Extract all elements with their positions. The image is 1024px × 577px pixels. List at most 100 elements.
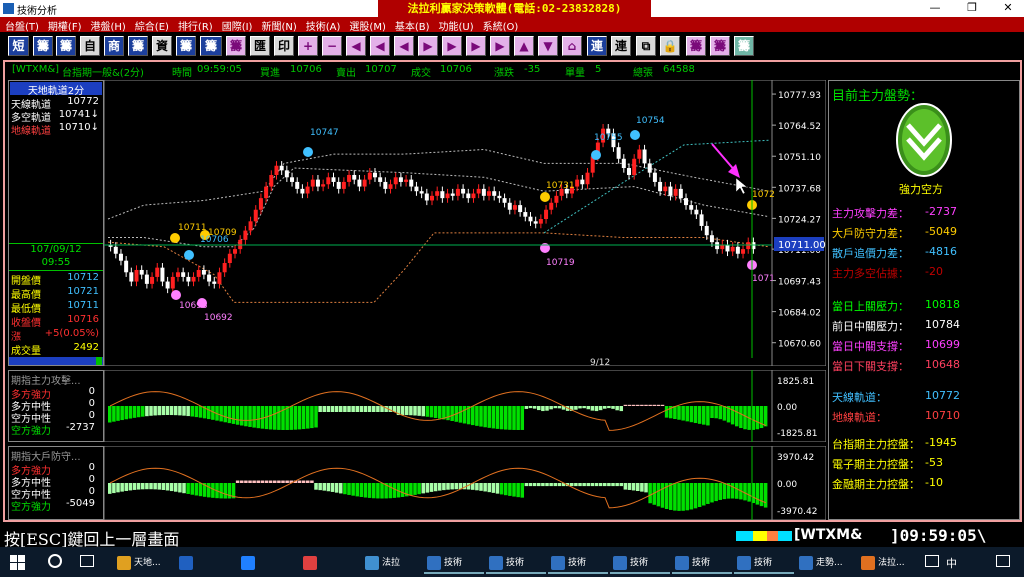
- price-chart[interactable]: 1074710711 107091070610693106921071910731…: [104, 80, 826, 366]
- ime-indicator[interactable]: 中: [946, 555, 957, 571]
- candle-body: [409, 179, 414, 187]
- toolbar-button-22[interactable]: ▼: [538, 36, 558, 56]
- menu-item-3[interactable]: 綜合(E): [130, 17, 173, 33]
- network-icon[interactable]: [925, 555, 939, 567]
- osc-bar: [508, 406, 512, 430]
- menu-item-4[interactable]: 排行(R): [173, 17, 217, 33]
- taskbar-app-8[interactable]: 技術: [610, 552, 670, 574]
- taskbar-app-10[interactable]: 技術: [734, 552, 794, 574]
- taskbar-app-0[interactable]: 天地...: [114, 552, 174, 574]
- toolbar-button-17[interactable]: ▶: [418, 36, 438, 56]
- osc-bar: [528, 406, 533, 409]
- start-icon[interactable]: [10, 555, 26, 571]
- toolbar-button-23[interactable]: ⌂: [562, 36, 582, 56]
- osc-bar: [631, 404, 636, 406]
- signal-dot[interactable]: [184, 250, 194, 260]
- taskbar-app-7[interactable]: 技術: [548, 552, 608, 574]
- osc-bar: [689, 406, 694, 423]
- taskbar-app-4[interactable]: 法拉: [362, 552, 422, 574]
- signal-dot[interactable]: [197, 298, 207, 308]
- toolbar-button-14[interactable]: ◀: [346, 36, 366, 56]
- candle-body: [357, 179, 362, 187]
- osc-bar: [578, 483, 582, 487]
- signal-dot[interactable]: [303, 147, 313, 157]
- toolbar-button-24[interactable]: 連: [587, 36, 607, 56]
- minimize-button[interactable]: —: [920, 1, 950, 16]
- osc-bar: [334, 483, 339, 493]
- osc-bar: [161, 406, 166, 416]
- toolbar-button-6[interactable]: 資: [152, 36, 172, 56]
- toolbar-button-15[interactable]: ◀: [370, 36, 390, 56]
- toolbar-button-8[interactable]: 籌: [200, 36, 222, 56]
- search-icon[interactable]: [48, 554, 62, 568]
- toolbar-button-19[interactable]: ▶: [466, 36, 486, 56]
- menu-item-5[interactable]: 國際(I): [217, 17, 257, 33]
- change-value: -35: [524, 64, 541, 75]
- osc-bar: [351, 483, 355, 496]
- task-view-icon[interactable]: [80, 555, 94, 567]
- toolbar-button-25[interactable]: 連: [611, 36, 631, 56]
- menu-item-0[interactable]: 台盤(T): [0, 17, 43, 33]
- toolbar-button-2[interactable]: 籌: [56, 36, 76, 56]
- toolbar-button-7[interactable]: 籌: [176, 36, 196, 56]
- toolbar-button-3[interactable]: 自: [80, 36, 100, 56]
- toolbar-button-28[interactable]: 籌: [686, 36, 706, 56]
- signal-dot[interactable]: [170, 233, 180, 243]
- candle-body: [233, 249, 238, 254]
- signal-dot[interactable]: [171, 290, 181, 300]
- signal-dot[interactable]: [630, 130, 640, 140]
- toolbar-button-16[interactable]: ◀: [394, 36, 414, 56]
- toolbar-button-10[interactable]: 匯: [250, 36, 270, 56]
- toolbar-button-30[interactable]: 籌: [734, 36, 754, 56]
- menu-item-10[interactable]: 功能(U): [434, 17, 478, 33]
- taskbar-app-12[interactable]: 法拉...: [858, 552, 918, 574]
- toolbar-button-9[interactable]: 籌: [226, 36, 246, 56]
- taskbar-app-2[interactable]: [238, 552, 268, 574]
- menu-item-8[interactable]: 選股(M): [344, 17, 389, 33]
- candle-body: [689, 205, 694, 210]
- taskbar-app-11[interactable]: 走勢...: [796, 552, 856, 574]
- taskbar-app-5[interactable]: 技術: [424, 552, 484, 574]
- toolbar-button-11[interactable]: 印: [274, 36, 294, 56]
- menu-item-9[interactable]: 基本(B): [390, 17, 434, 33]
- toolbar-button-0[interactable]: 短: [8, 36, 29, 56]
- toolbar-button-27[interactable]: 🔒: [660, 36, 680, 56]
- toolbar-button-20[interactable]: ▶: [490, 36, 510, 56]
- toolbar-button-29[interactable]: 籌: [710, 36, 730, 56]
- signal-dot[interactable]: [591, 150, 601, 160]
- taskbar-app-9[interactable]: 技術: [672, 552, 732, 574]
- toolbar-button-21[interactable]: ▲: [514, 36, 534, 56]
- toolbar-button-18[interactable]: ▶: [442, 36, 462, 56]
- menu-item-6[interactable]: 新聞(N): [256, 17, 300, 33]
- toolbar-button-26[interactable]: ⧉: [636, 36, 656, 56]
- osc-bar: [512, 483, 516, 497]
- menu-item-2[interactable]: 港盤(H): [85, 17, 129, 33]
- stat-value: 10711: [67, 300, 99, 311]
- menu-item-1[interactable]: 期權(F): [43, 17, 86, 33]
- notification-icon[interactable]: [996, 555, 1010, 567]
- toolbar-button-1[interactable]: 籌: [33, 36, 53, 56]
- osc-bar: [553, 483, 558, 487]
- close-button[interactable]: ✕: [993, 1, 1023, 16]
- taskbar-app-1[interactable]: [176, 552, 206, 574]
- osc2-chart[interactable]: 3970.42 0.00 -3970.42: [104, 446, 826, 520]
- toolbar-button-4[interactable]: 商: [104, 36, 124, 56]
- restore-button[interactable]: ❐: [957, 1, 987, 16]
- menu-item-11[interactable]: 系統(O): [478, 17, 523, 33]
- taskbar-app-6[interactable]: 技術: [486, 552, 546, 574]
- signal-label: 前日中關壓力：: [832, 320, 909, 333]
- cursor-time: 09:55: [41, 257, 71, 268]
- candle-body: [435, 191, 440, 196]
- osc1-chart[interactable]: 1825.81 0.00 -1825.81: [104, 370, 826, 442]
- left-scroll-strip[interactable]: [9, 357, 103, 365]
- toolbar-button-13[interactable]: −: [322, 36, 342, 56]
- toolbar-button-12[interactable]: +: [298, 36, 318, 56]
- osc-bar: [660, 483, 665, 508]
- toolbar-button-5[interactable]: 籌: [128, 36, 148, 56]
- candle-body: [378, 177, 383, 182]
- signal-dot[interactable]: [540, 192, 550, 202]
- candle-body: [616, 147, 621, 159]
- taskbar-app-3[interactable]: [300, 552, 330, 574]
- candle-body: [175, 272, 180, 277]
- menu-item-7[interactable]: 技術(A): [301, 17, 345, 33]
